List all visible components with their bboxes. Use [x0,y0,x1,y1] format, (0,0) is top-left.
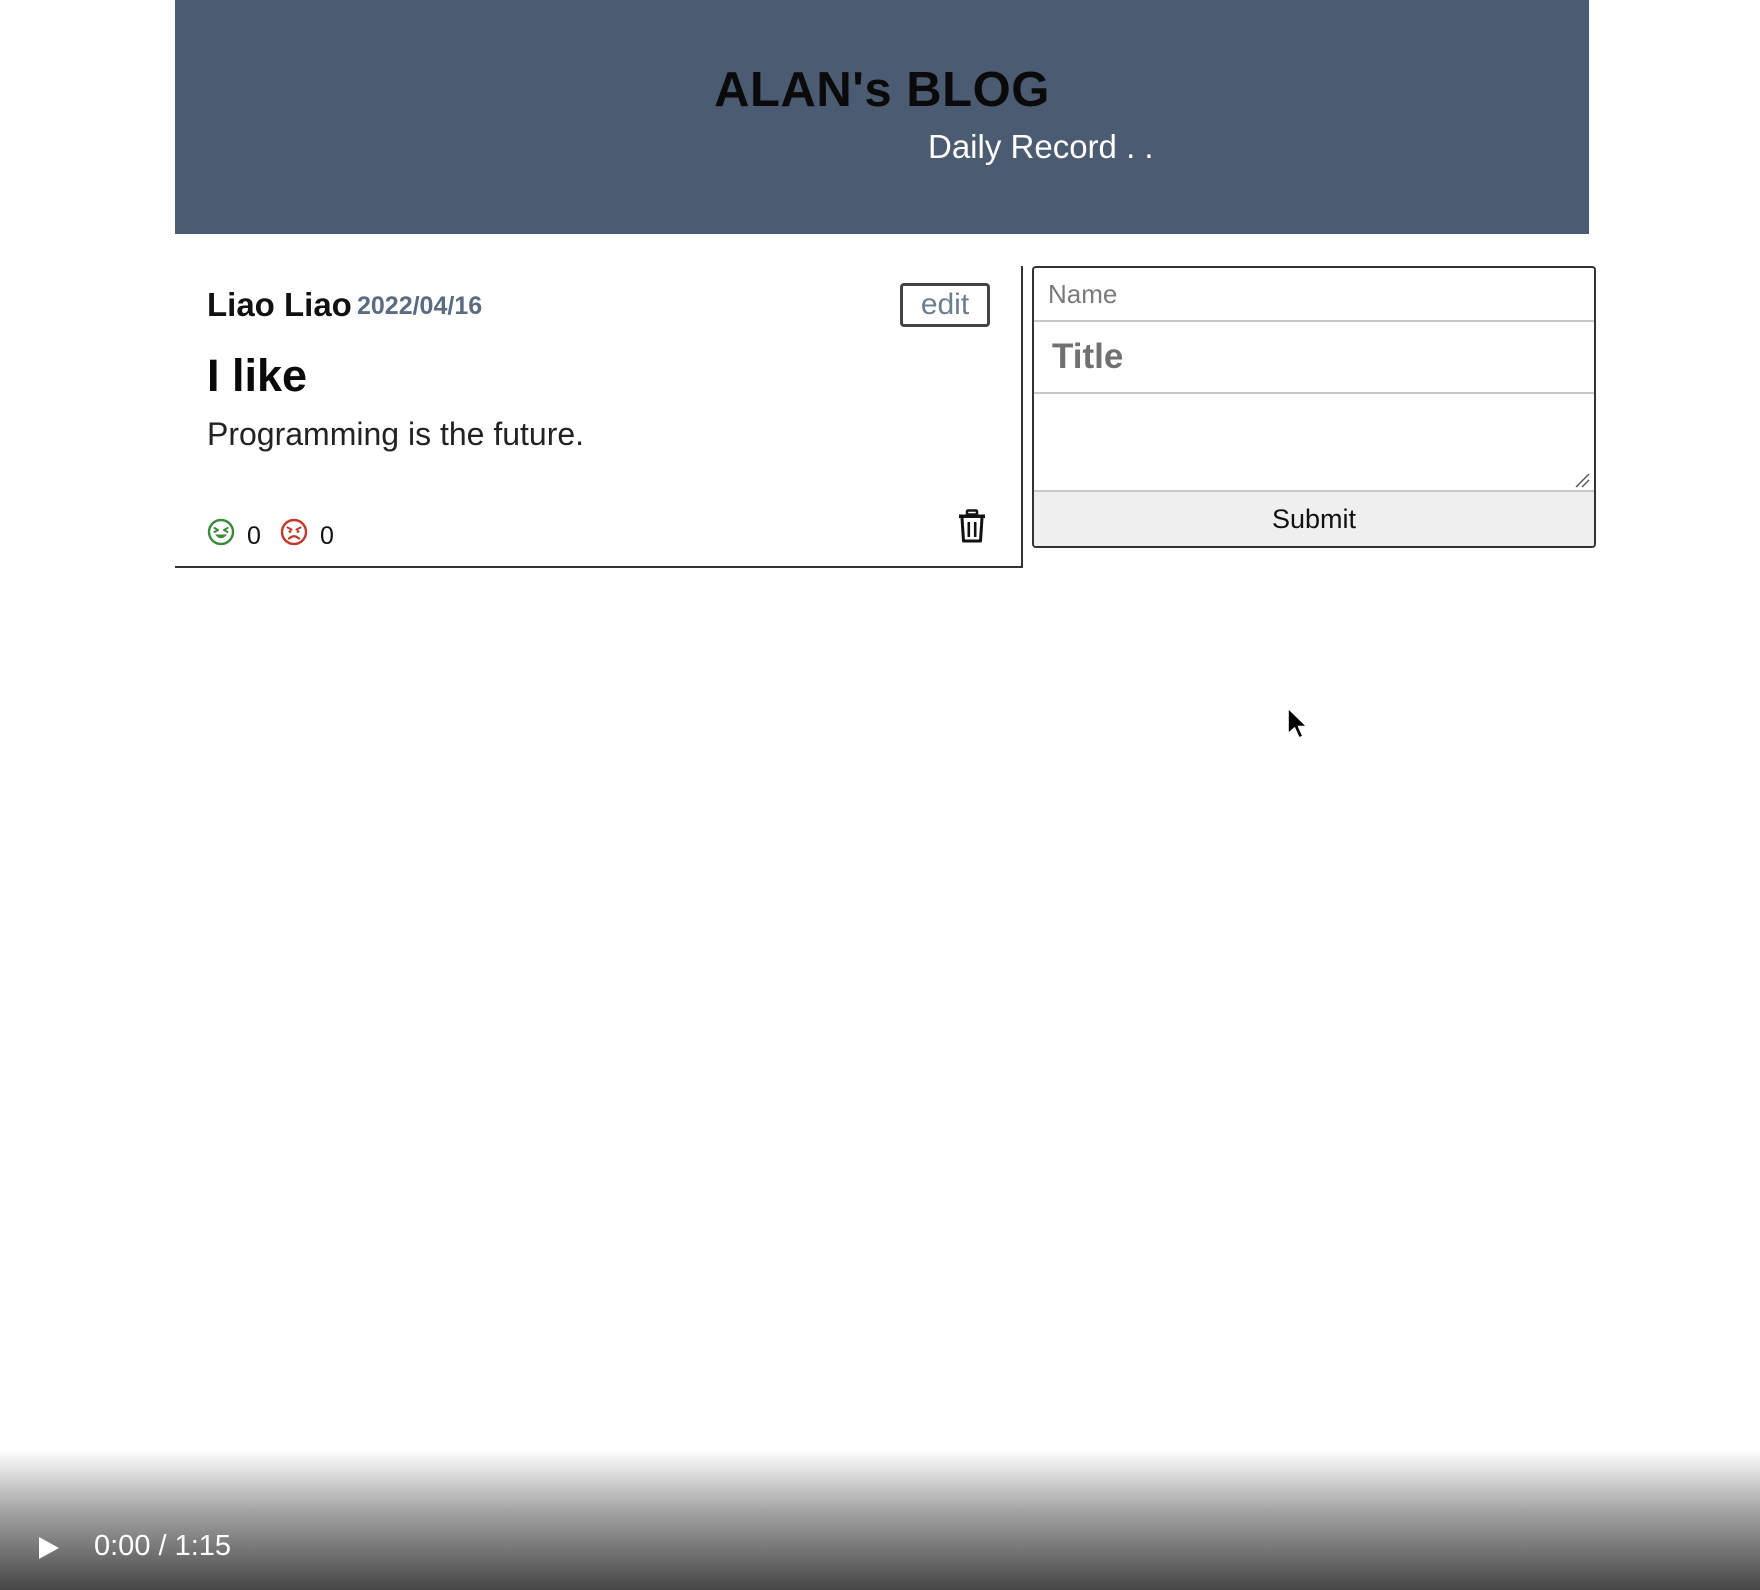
play-icon[interactable] [34,1534,62,1562]
video-control-bar: 0:00 / 1:15 [0,1450,1760,1590]
blog-subtitle: Daily Record . . [928,128,1154,165]
like-button[interactable]: 0 [207,512,261,551]
dislike-count: 0 [320,522,334,550]
post-date: 2022/04/16 [357,292,483,320]
submit-button[interactable]: Submit [1034,492,1594,546]
mouse-cursor-icon [1287,707,1308,739]
video-time: 0:00 / 1:15 [94,1530,232,1562]
content-textarea[interactable] [1034,394,1594,492]
post-body: Programming is the future. [207,416,585,452]
resize-handle-icon[interactable] [1574,472,1590,488]
trash-icon[interactable] [957,509,987,543]
post-card: Liao Liao 2022/04/16 edit I like Program… [175,266,1023,568]
like-count: 0 [247,522,261,550]
post-author: Liao Liao [207,286,352,323]
new-post-form: Submit [1032,266,1596,548]
post-title: I like [207,350,308,401]
page: ALAN's BLOG Daily Record . . Liao Liao 2… [0,0,1760,1590]
angry-face-icon [280,518,308,545]
edit-button[interactable]: edit [900,283,990,327]
laughing-face-icon [207,518,235,545]
title-input[interactable] [1034,322,1594,394]
blog-header: ALAN's BLOG Daily Record . . [175,0,1589,234]
name-input[interactable] [1034,268,1594,322]
blog-title: ALAN's BLOG [714,63,1050,117]
dislike-button[interactable]: 0 [280,512,334,551]
